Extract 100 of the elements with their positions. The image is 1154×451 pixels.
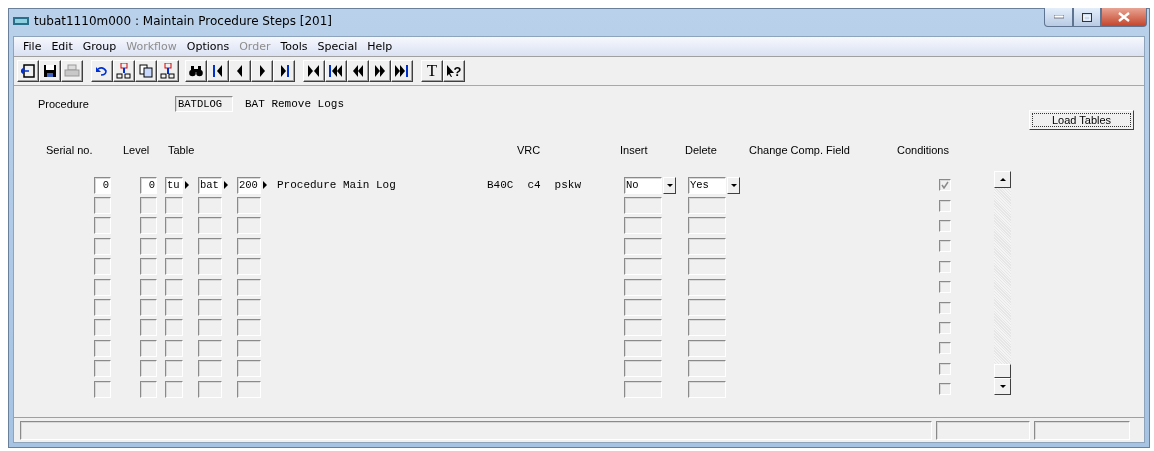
menu-item[interactable]: Options [181,40,235,53]
toolbar-button[interactable] [391,60,413,82]
input-field[interactable] [237,299,261,317]
input-field[interactable] [198,339,222,357]
input-field[interactable] [140,217,157,235]
input-field[interactable] [165,258,183,276]
input-field[interactable] [165,197,183,215]
input-field[interactable] [94,299,111,317]
toolbar-button[interactable] [61,60,83,82]
input-field[interactable] [94,197,111,215]
checkbox[interactable] [939,199,951,212]
input-field[interactable] [624,339,662,357]
checkbox[interactable] [939,240,951,253]
input-field[interactable] [688,278,726,296]
input-field[interactable] [237,258,261,276]
toolbar-button[interactable] [91,60,113,82]
input-field[interactable] [198,197,222,215]
input-field[interactable] [198,360,222,378]
menu-item[interactable]: Help [362,40,398,53]
input-field[interactable] [165,360,183,378]
scrollbar[interactable] [994,171,1011,395]
input-field[interactable] [140,237,157,255]
input-field[interactable] [94,319,111,337]
input-field[interactable] [140,360,157,378]
menu-item[interactable]: Group [77,40,122,53]
input-field[interactable] [688,299,726,317]
input-field[interactable] [94,217,111,235]
scroll-thumb[interactable] [994,364,1011,378]
input-field[interactable] [140,278,157,296]
menu-item[interactable]: File [18,40,47,53]
input-field[interactable]: 200 [237,176,261,194]
input-field[interactable] [198,258,222,276]
toolbar-button[interactable] [113,60,135,82]
toolbar-button[interactable] [39,60,61,82]
input-field[interactable] [165,339,183,357]
input-field[interactable] [94,360,111,378]
toolbar-button[interactable] [273,60,295,82]
input-field[interactable] [165,217,183,235]
close-button[interactable] [1101,8,1147,27]
checkbox[interactable] [939,383,951,396]
input-field[interactable] [140,197,157,215]
input-field[interactable] [624,197,662,215]
input-field[interactable]: Yes [688,176,726,194]
procedure-field[interactable]: BATDLOG [175,96,233,112]
toolbar-button[interactable] [347,60,369,82]
checkbox[interactable] [939,321,951,334]
minimize-button[interactable] [1044,8,1073,27]
zoom-arrow-icon[interactable] [185,181,189,190]
input-field[interactable] [165,278,183,296]
input-field[interactable] [140,258,157,276]
toolbar-button[interactable] [135,60,157,82]
input-field[interactable] [94,237,111,255]
input-field[interactable] [198,380,222,398]
input-field[interactable] [198,237,222,255]
input-field[interactable] [94,380,111,398]
zoom-arrow-icon[interactable] [263,181,267,190]
input-field[interactable] [624,258,662,276]
input-field[interactable] [688,339,726,357]
help-pointer-button[interactable]: ? [443,60,465,82]
input-field[interactable] [198,299,222,317]
input-field[interactable] [140,380,157,398]
input-field[interactable] [624,380,662,398]
input-field[interactable] [237,319,261,337]
dropdown-button[interactable] [663,176,676,194]
toolbar-button[interactable] [185,60,207,82]
input-field[interactable] [165,319,183,337]
maximize-button[interactable] [1073,8,1101,27]
toolbar-button[interactable] [229,60,251,82]
menu-item[interactable]: Special [312,40,363,53]
input-field[interactable] [237,237,261,255]
input-field[interactable] [198,319,222,337]
input-field[interactable] [165,237,183,255]
toolbar-button[interactable] [207,60,229,82]
toolbar-button[interactable] [157,60,179,82]
input-field[interactable] [624,299,662,317]
input-field[interactable] [237,339,261,357]
checkbox[interactable] [939,342,951,355]
input-field[interactable] [94,339,111,357]
input-field[interactable] [688,237,726,255]
input-field[interactable] [688,258,726,276]
input-field[interactable] [688,380,726,398]
input-field[interactable] [688,360,726,378]
input-field[interactable] [237,278,261,296]
input-field[interactable] [94,278,111,296]
input-field[interactable]: 0 [94,176,111,194]
toolbar-button[interactable] [369,60,391,82]
input-field[interactable] [624,237,662,255]
input-field[interactable] [624,278,662,296]
input-field[interactable]: bat [198,176,222,194]
checkbox[interactable] [939,219,951,232]
input-field[interactable] [165,299,183,317]
toolbar-button[interactable] [303,60,325,82]
input-field[interactable] [237,360,261,378]
toolbar-button[interactable] [251,60,273,82]
load-tables-button[interactable]: Load Tables [1029,110,1134,130]
input-field[interactable] [140,339,157,357]
checkbox[interactable] [939,281,951,294]
zoom-arrow-icon[interactable] [224,181,228,190]
input-field[interactable] [140,299,157,317]
input-field[interactable] [237,380,261,398]
